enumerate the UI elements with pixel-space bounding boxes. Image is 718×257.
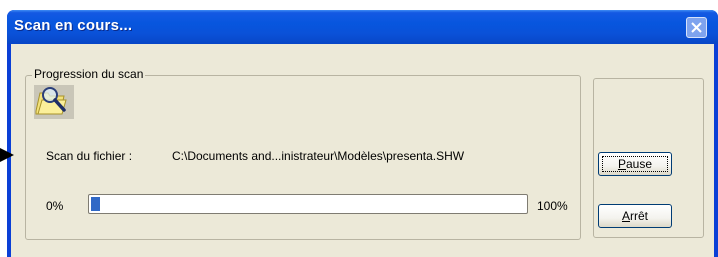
stop-accelerator: A: [621, 209, 630, 223]
close-button[interactable]: [686, 17, 707, 38]
stop-button[interactable]: Arrêt: [598, 204, 672, 228]
pause-accelerator: P: [617, 157, 626, 171]
pointer-arrow-icon: [0, 148, 14, 162]
scan-magnifier-icon: [34, 85, 74, 124]
window-title: Scan en cours...: [14, 17, 133, 34]
pause-label-post: ause: [625, 157, 653, 171]
scan-progress-group: Progression du scan Scan du fichier : C:…: [25, 67, 581, 240]
title-bar[interactable]: Scan en cours...: [7, 10, 718, 44]
progress-fill: [91, 197, 100, 211]
close-icon: [691, 22, 702, 33]
progress-end-label: 100%: [537, 199, 568, 213]
stop-label-post: rrêt: [630, 209, 648, 223]
group-legend: Progression du scan: [32, 67, 146, 81]
file-path: C:\Documents and...inistrateur\Modèles\p…: [172, 149, 465, 163]
dialog-client-area: Progression du scan Scan du fichier : C:…: [11, 44, 714, 257]
scan-progress-bar: [88, 194, 528, 214]
progress-start-label: 0%: [46, 199, 64, 213]
file-label: Scan du fichier :: [46, 149, 133, 163]
scan-dialog-window: Scan en cours... Progression du scan Sca…: [7, 10, 718, 257]
pause-button[interactable]: Pause: [598, 152, 672, 176]
